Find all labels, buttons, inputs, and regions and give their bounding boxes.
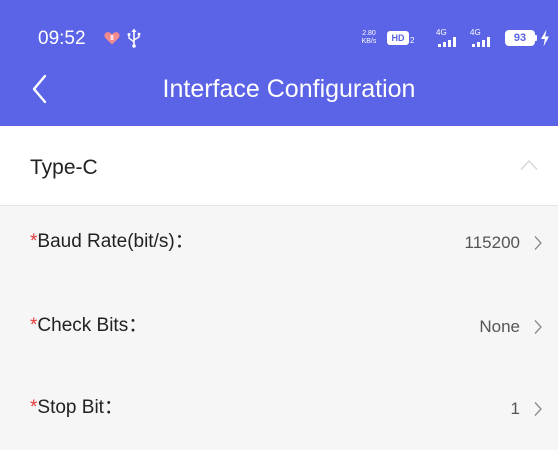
section-title: Type-C bbox=[30, 156, 98, 179]
setting-label: *Check Bits： bbox=[30, 314, 147, 338]
setting-value: 115200 bbox=[464, 233, 520, 252]
hd-sub-label: 2 bbox=[410, 36, 415, 45]
usb-icon bbox=[127, 28, 141, 48]
setting-row-baud-rate[interactable]: *Baud Rate(bit/s)： 115200 bbox=[0, 206, 558, 278]
setting-label-text: Baud Rate(bit/s)： bbox=[37, 231, 194, 252]
signal-network-label: 4G bbox=[436, 28, 447, 37]
signal-icon: 4G bbox=[470, 29, 496, 47]
chevron-up-icon[interactable] bbox=[520, 159, 538, 171]
chevron-right-icon bbox=[534, 236, 542, 250]
battery-tip bbox=[535, 35, 537, 41]
setting-row-check-bits[interactable]: *Check Bits： None bbox=[0, 290, 558, 362]
section-header-type-c[interactable]: Type-C bbox=[0, 126, 558, 206]
setting-value: None bbox=[479, 317, 520, 336]
setting-label: *Stop Bit： bbox=[30, 396, 123, 420]
hd-badge: HD bbox=[387, 31, 409, 45]
page-title: Interface Configuration bbox=[162, 75, 416, 103]
status-time: 09:52 bbox=[38, 28, 86, 49]
chevron-right-icon bbox=[534, 320, 542, 334]
setting-label-text: Stop Bit： bbox=[37, 397, 123, 418]
chevron-right-icon bbox=[534, 402, 542, 416]
setting-value: 1 bbox=[510, 399, 520, 418]
nav-bar: Interface Configuration bbox=[0, 52, 558, 126]
signal-icon: 4G bbox=[436, 29, 462, 47]
network-speed-value: 2.80 bbox=[362, 30, 376, 37]
charging-bolt-icon bbox=[541, 29, 549, 47]
signal-network-label: 4G bbox=[470, 28, 481, 37]
network-speed-unit: KB/s bbox=[361, 38, 377, 45]
setting-label: *Baud Rate(bit/s)： bbox=[30, 230, 194, 254]
heart-icon bbox=[104, 32, 120, 45]
setting-label-text: Check Bits： bbox=[37, 315, 148, 336]
battery-icon: 93 bbox=[505, 30, 535, 46]
setting-row-stop-bit[interactable]: *Stop Bit： 1 bbox=[0, 372, 558, 444]
network-speed: 2.80 KB/s bbox=[359, 30, 379, 46]
status-bar: 09:52 2.80 KB/s HD 2 4G 4G 93 bbox=[0, 0, 558, 52]
